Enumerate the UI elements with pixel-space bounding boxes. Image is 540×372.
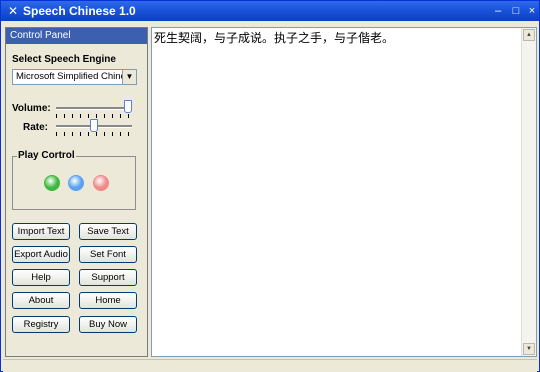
- play-button[interactable]: [44, 175, 60, 191]
- play-control-title: Play Cortrol: [17, 150, 76, 161]
- control-panel: Control Panel Select Speech Engine Micro…: [5, 27, 148, 357]
- support-button[interactable]: Support: [79, 269, 137, 286]
- app-icon: ✕: [7, 4, 19, 18]
- export-audio-button[interactable]: Export Audio: [12, 246, 70, 263]
- scroll-down-icon[interactable]: ▼: [523, 343, 535, 355]
- set-font-button[interactable]: Set Font: [79, 246, 137, 263]
- home-button[interactable]: Home: [79, 292, 137, 309]
- stop-button[interactable]: [93, 175, 109, 191]
- close-button[interactable]: ×: [525, 4, 539, 18]
- text-editor[interactable]: 死生契阔，与子成说。执子之手，与子偕老。 ▲ ▼: [151, 27, 537, 357]
- volume-slider-track: [56, 107, 132, 110]
- panel-header: Control Panel: [6, 28, 147, 44]
- app-window: ✕ Speech Chinese 1.0 – □ × Control Panel…: [0, 0, 540, 372]
- chevron-down-icon[interactable]: ▼: [122, 70, 136, 84]
- about-button[interactable]: About: [12, 292, 70, 309]
- minimize-button[interactable]: –: [491, 4, 505, 18]
- volume-slider-thumb[interactable]: [124, 100, 132, 113]
- rate-slider-ticks: [56, 132, 133, 136]
- import-text-button[interactable]: Import Text: [12, 223, 70, 240]
- speech-engine-select[interactable]: Microsoft Simplified Chinese ▼: [12, 69, 137, 85]
- engine-label: Select Speech Engine: [12, 54, 116, 65]
- save-text-button[interactable]: Save Text: [79, 223, 137, 240]
- maximize-button[interactable]: □: [509, 4, 523, 18]
- scroll-up-icon[interactable]: ▲: [523, 29, 535, 41]
- speech-engine-value: Microsoft Simplified Chinese: [16, 71, 136, 82]
- help-button[interactable]: Help: [12, 269, 70, 286]
- pause-button[interactable]: [68, 175, 84, 191]
- title-bar[interactable]: ✕ Speech Chinese 1.0 – □ ×: [1, 1, 539, 21]
- play-control-group: Play Cortrol: [12, 150, 136, 210]
- status-bar: [3, 359, 537, 372]
- window-title: Speech Chinese 1.0: [23, 4, 136, 18]
- volume-label: Volume:: [12, 103, 51, 114]
- rate-label: Rate:: [23, 122, 49, 133]
- buy-now-button[interactable]: Buy Now: [79, 316, 137, 333]
- rate-slider-thumb[interactable]: [90, 119, 98, 132]
- registry-button[interactable]: Registry: [12, 316, 70, 333]
- vertical-scrollbar[interactable]: ▲ ▼: [521, 28, 536, 356]
- volume-slider-ticks: [56, 114, 133, 118]
- editor-text[interactable]: 死生契阔，与子成说。执子之手，与子偕老。: [154, 30, 522, 46]
